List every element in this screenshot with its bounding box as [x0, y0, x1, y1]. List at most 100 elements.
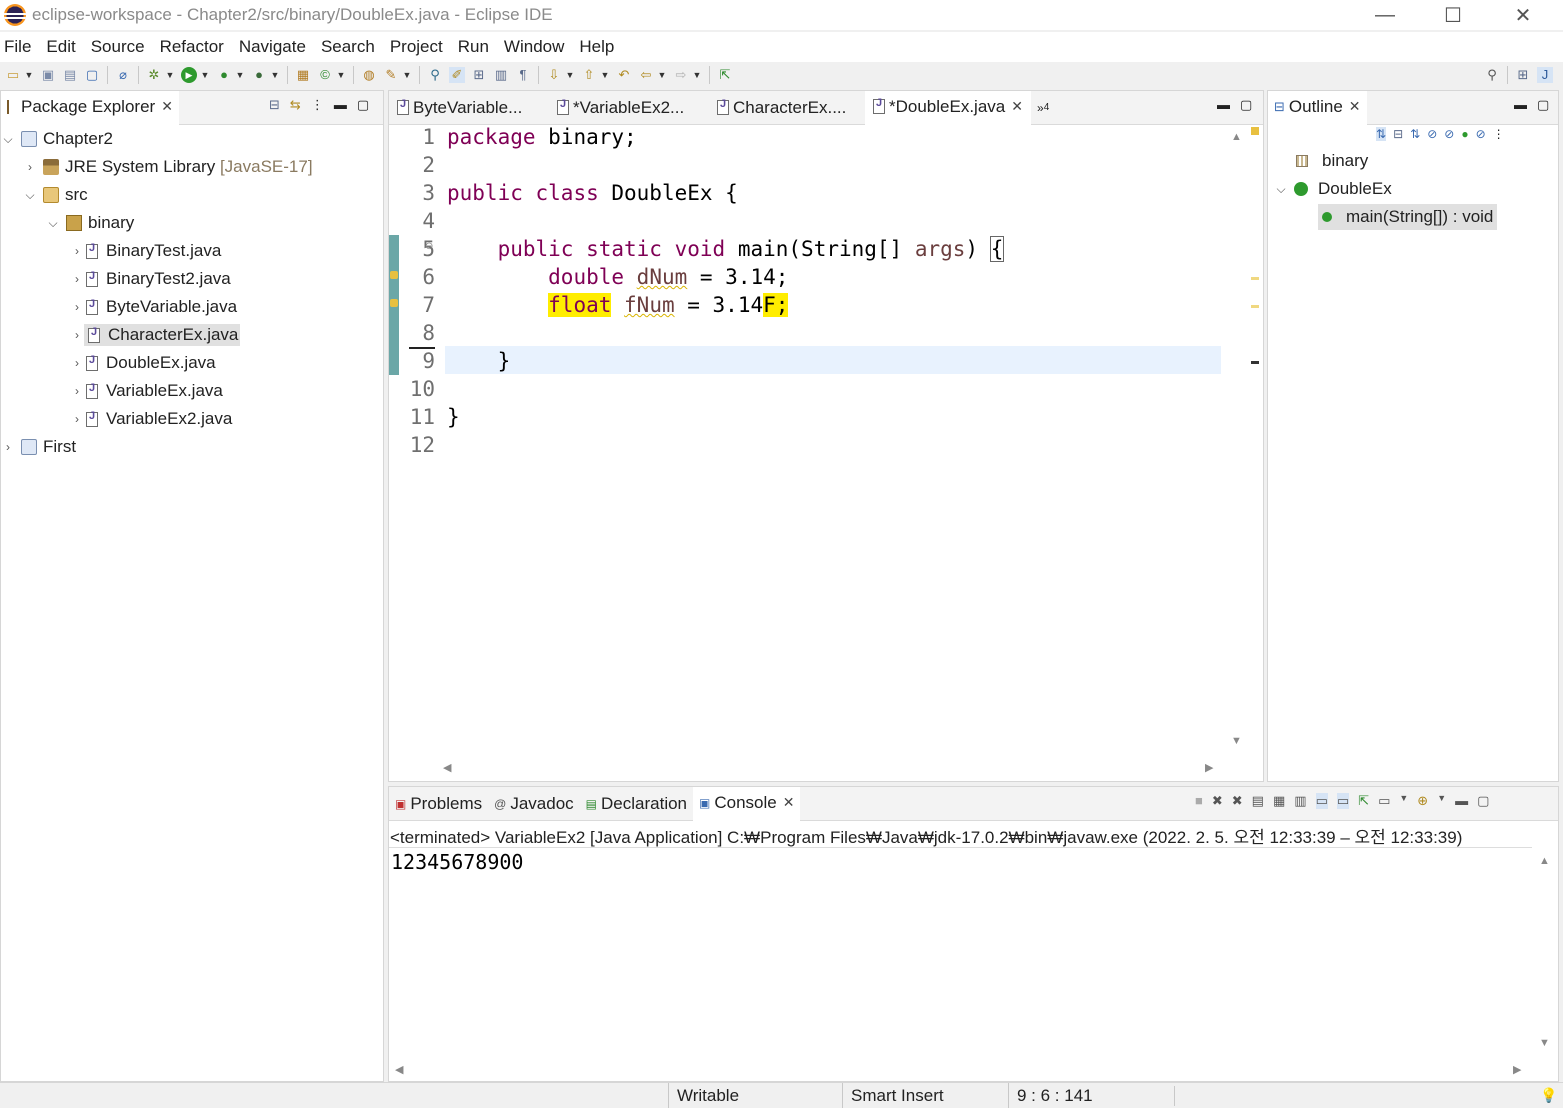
- back-dropdown-icon[interactable]: ▼: [657, 67, 667, 83]
- status-insert-mode[interactable]: Smart Insert: [842, 1083, 1008, 1108]
- chevron-right-icon[interactable]: ›: [70, 272, 84, 286]
- scroll-left-icon[interactable]: ◀: [443, 761, 451, 774]
- close-icon[interactable]: ✕: [161, 98, 173, 115]
- java-perspective-icon[interactable]: J: [1537, 67, 1553, 83]
- remove-all-terminated-icon[interactable]: ✖: [1232, 793, 1243, 809]
- search-dropdown-icon[interactable]: ▼: [402, 67, 412, 83]
- debug-dropdown-icon[interactable]: ▼: [165, 67, 175, 83]
- close-icon[interactable]: ✕: [1349, 98, 1361, 115]
- warning-marker-icon[interactable]: [390, 299, 398, 307]
- menu-run[interactable]: Run: [454, 37, 500, 57]
- run-icon[interactable]: ▶: [181, 67, 197, 83]
- tree-item-doubleex[interactable]: › DoubleEx.java: [70, 350, 216, 376]
- previous-annotation-icon[interactable]: ⇧: [581, 67, 597, 83]
- tab-doubleex[interactable]: *DoubleEx.java ✕: [865, 90, 1031, 125]
- maximize-view-icon[interactable]: ▢: [1537, 97, 1549, 113]
- toggle-block-selection-icon[interactable]: ⊞: [471, 67, 487, 83]
- scroll-right-icon[interactable]: ▶: [1205, 761, 1213, 774]
- outline-item-class[interactable]: ⌵ DoubleEx: [1274, 176, 1391, 202]
- tree-item-chapter2[interactable]: ⌵ Chapter2: [1, 126, 113, 152]
- tree-item-characterex[interactable]: › CharacterEx.java: [70, 322, 241, 348]
- clear-console-icon[interactable]: ▤: [1252, 793, 1264, 809]
- last-edit-location-icon[interactable]: ↶: [616, 67, 632, 83]
- show-on-stdout-icon[interactable]: ▭: [1315, 793, 1328, 809]
- remove-launch-icon[interactable]: ✖: [1212, 793, 1223, 809]
- fold-icon[interactable]: ⊖: [425, 241, 433, 252]
- hide-fields-icon[interactable]: ⊘: [1427, 127, 1437, 141]
- outline-item-package[interactable]: binary: [1296, 148, 1368, 174]
- minimize-view-icon[interactable]: ▬: [1455, 793, 1468, 809]
- minimize-view-icon[interactable]: ▬: [334, 97, 347, 113]
- menu-window[interactable]: Window: [500, 37, 575, 57]
- hide-non-public-icon[interactable]: ●: [1461, 127, 1468, 141]
- close-icon[interactable]: ✕: [1011, 98, 1023, 115]
- tree-item-src[interactable]: ⌵ src: [23, 182, 87, 208]
- tab-problems[interactable]: ▣ Problems: [389, 787, 488, 821]
- menu-search[interactable]: Search: [317, 37, 386, 57]
- chevron-down-icon[interactable]: ⌵: [1274, 182, 1288, 197]
- menu-navigate[interactable]: Navigate: [235, 37, 317, 57]
- word-wrap-icon[interactable]: ▥: [1294, 793, 1306, 809]
- maximize-view-icon[interactable]: ▢: [1240, 97, 1252, 113]
- scroll-down-icon[interactable]: ▼: [1539, 1037, 1550, 1049]
- menu-project[interactable]: Project: [386, 37, 454, 57]
- open-console-dropdown-icon[interactable]: ▼: [1437, 793, 1446, 809]
- scroll-right-icon[interactable]: ▶: [1513, 1063, 1521, 1076]
- chevron-down-icon[interactable]: ⌵: [23, 188, 37, 203]
- new-java-class-icon[interactable]: ©: [317, 67, 333, 83]
- new-icon[interactable]: ▭: [5, 67, 21, 83]
- code-editor[interactable]: 1 2 3 4 5 ⊖ 6 7 8 9 10 11 12 package bin…: [399, 125, 1221, 753]
- sort-alpha-icon[interactable]: ⇅: [1410, 127, 1420, 141]
- display-selected-console-icon[interactable]: ▭: [1378, 793, 1390, 809]
- chevron-right-icon[interactable]: ›: [1, 440, 15, 454]
- open-type-icon[interactable]: ◍: [361, 67, 377, 83]
- tip-lightbulb-icon[interactable]: 💡: [1540, 1087, 1557, 1104]
- tree-item-binary[interactable]: ⌵ binary: [46, 210, 134, 236]
- new-dropdown-icon[interactable]: ▼: [24, 67, 34, 83]
- search-tool-icon[interactable]: ✎: [383, 67, 399, 83]
- terminal-icon[interactable]: ▢: [84, 67, 100, 83]
- tab-outline[interactable]: ⊟ Outline ✕: [1268, 90, 1367, 125]
- scroll-up-icon[interactable]: ▲: [1231, 131, 1242, 143]
- display-selected-console-dropdown-icon[interactable]: ▼: [1399, 793, 1408, 809]
- overview-warning-summary[interactable]: [1251, 127, 1259, 135]
- chevron-right-icon[interactable]: ›: [70, 244, 84, 258]
- menu-refactor[interactable]: Refactor: [156, 37, 235, 57]
- skip-breakpoints-icon[interactable]: ⌀: [115, 67, 131, 83]
- console-output-area[interactable]: 12345678900: [389, 847, 1532, 1057]
- maximize-view-icon[interactable]: ▢: [357, 97, 369, 113]
- close-icon[interactable]: ✕: [783, 794, 795, 811]
- tree-item-variableex2[interactable]: › VariableEx2.java: [70, 406, 232, 432]
- scroll-up-icon[interactable]: ▲: [1539, 855, 1550, 867]
- new-java-package-icon[interactable]: ▦: [295, 67, 311, 83]
- tree-item-first[interactable]: › First: [1, 434, 76, 460]
- tree-item-jre-library[interactable]: › JRE System Library [JavaSE-17]: [23, 154, 313, 180]
- forward-icon[interactable]: ⇨: [673, 67, 689, 83]
- outline-item-method[interactable]: main(String[]) : void: [1318, 204, 1498, 230]
- chevron-right-icon[interactable]: ›: [70, 300, 84, 314]
- menu-source[interactable]: Source: [87, 37, 156, 57]
- toggle-word-wrap-icon[interactable]: ▥: [493, 67, 509, 83]
- menu-edit[interactable]: Edit: [42, 37, 86, 57]
- run-dropdown-icon[interactable]: ▼: [200, 67, 210, 83]
- hide-local-types-icon[interactable]: ⊘: [1476, 127, 1486, 141]
- collapse-all-icon[interactable]: ⊟: [269, 97, 280, 113]
- warning-marker-icon[interactable]: [390, 271, 398, 279]
- new-class-dropdown-icon[interactable]: ▼: [336, 67, 346, 83]
- view-menu-icon[interactable]: ⋮: [311, 97, 324, 113]
- tab-package-explorer[interactable]: Package Explorer ✕: [1, 90, 179, 125]
- scroll-left-icon[interactable]: ◀: [395, 1063, 403, 1076]
- sort-icon[interactable]: ⇅: [1376, 127, 1387, 141]
- chevron-right-icon[interactable]: ›: [23, 160, 37, 174]
- save-icon[interactable]: ▣: [40, 67, 56, 83]
- minimize-view-icon[interactable]: ▬: [1514, 97, 1527, 113]
- chevron-down-icon[interactable]: ⌵: [1, 132, 15, 147]
- coverage-dropdown-icon[interactable]: ▼: [235, 67, 245, 83]
- hide-static-icon[interactable]: ⊘: [1444, 127, 1454, 141]
- overview-warning-mark[interactable]: [1251, 305, 1259, 308]
- pin-editor-icon[interactable]: ⇱: [717, 67, 733, 83]
- tab-characterex[interactable]: CharacterEx....: [709, 91, 865, 125]
- next-annotation-dropdown-icon[interactable]: ▼: [565, 67, 575, 83]
- collapse-all-icon[interactable]: ⊟: [1393, 127, 1403, 141]
- external-tools-dropdown-icon[interactable]: ▼: [270, 67, 280, 83]
